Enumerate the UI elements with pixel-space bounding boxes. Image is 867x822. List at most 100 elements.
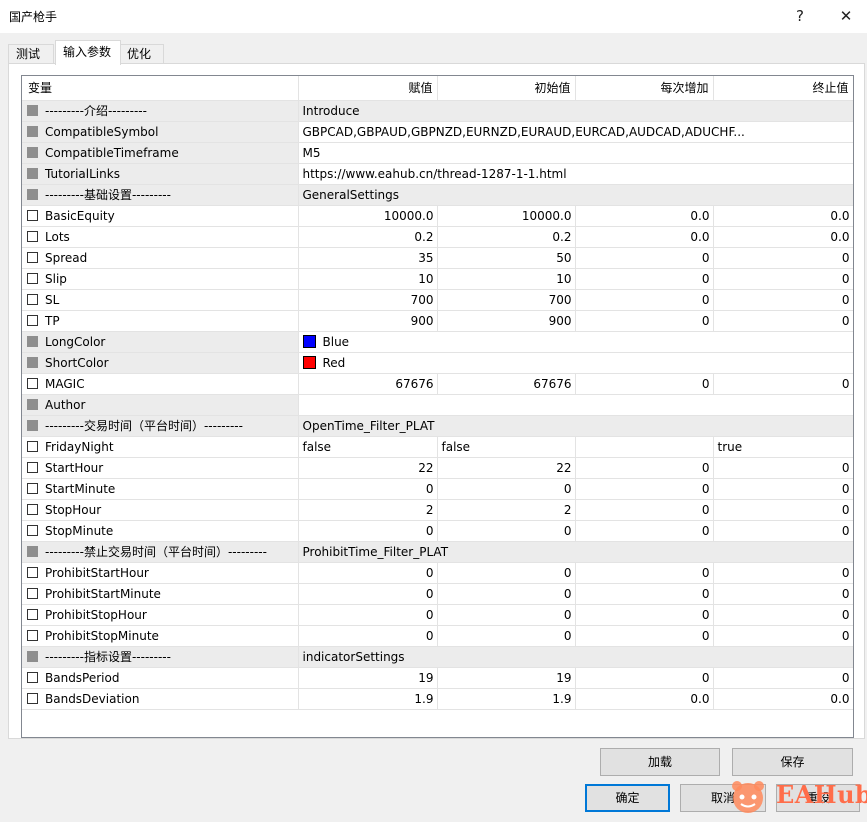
optimize-checkbox[interactable] [27, 314, 38, 326]
optimize-checkbox[interactable] [27, 671, 38, 683]
optimize-checkbox[interactable] [27, 524, 38, 536]
step-cell[interactable] [575, 436, 714, 458]
start-cell[interactable]: 0 [437, 478, 576, 500]
param-row[interactable]: MAGIC 67676 67676 0 0 [22, 373, 853, 395]
optimize-checkbox[interactable] [27, 146, 38, 158]
start-cell[interactable]: 0 [437, 583, 576, 605]
step-cell[interactable]: 0.0 [575, 205, 714, 227]
stop-cell[interactable]: 0 [713, 310, 853, 332]
close-button[interactable]: ✕ [833, 4, 859, 28]
optimize-checkbox[interactable] [27, 692, 38, 704]
optimize-checkbox[interactable] [27, 377, 38, 389]
step-cell[interactable]: 0 [575, 499, 714, 521]
stop-cell[interactable]: 0 [713, 604, 853, 626]
optimize-checkbox[interactable] [27, 608, 38, 620]
step-cell[interactable]: 0 [575, 625, 714, 647]
stop-cell[interactable]: 0 [713, 457, 853, 479]
param-row[interactable]: SL 700 700 0 0 [22, 289, 853, 311]
value-cell[interactable]: 700 [298, 289, 438, 311]
param-row[interactable]: Spread 35 50 0 0 [22, 247, 853, 269]
param-row[interactable]: ---------介绍--------- Introduce [22, 100, 853, 122]
value-cell[interactable]: Red [298, 352, 853, 374]
value-cell[interactable]: 1.9 [298, 688, 438, 710]
param-row[interactable]: StopHour 2 2 0 0 [22, 499, 853, 521]
stop-cell[interactable]: 0.0 [713, 688, 853, 710]
value-cell[interactable]: 0.2 [298, 226, 438, 248]
value-cell[interactable]: 35 [298, 247, 438, 269]
optimize-checkbox[interactable] [27, 420, 38, 431]
param-row[interactable]: StopMinute 0 0 0 0 [22, 520, 853, 542]
param-row[interactable]: ---------指标设置--------- indicatorSettings [22, 646, 853, 668]
step-cell[interactable]: 0 [575, 583, 714, 605]
param-row[interactable]: BandsPeriod 19 19 0 0 [22, 667, 853, 689]
start-cell[interactable]: 900 [437, 310, 576, 332]
start-cell[interactable]: 10000.0 [437, 205, 576, 227]
stop-cell[interactable]: 0 [713, 583, 853, 605]
start-cell[interactable]: 50 [437, 247, 576, 269]
stop-cell[interactable]: 0 [713, 478, 853, 500]
stop-cell[interactable]: 0 [713, 520, 853, 542]
col-header-value[interactable]: 赋值 [298, 76, 438, 101]
step-cell[interactable]: 0 [575, 268, 714, 290]
param-row[interactable]: BandsDeviation 1.9 1.9 0.0 0.0 [22, 688, 853, 710]
param-row[interactable]: TP 900 900 0 0 [22, 310, 853, 332]
param-row[interactable]: CompatibleTimeframe M5 [22, 142, 853, 164]
save-button[interactable]: 保存 [732, 748, 853, 776]
start-cell[interactable]: 0 [437, 520, 576, 542]
optimize-checkbox[interactable] [27, 546, 38, 557]
value-cell[interactable]: 19 [298, 667, 438, 689]
help-button[interactable]: ? [787, 4, 813, 28]
optimize-checkbox[interactable] [27, 293, 38, 305]
value-cell[interactable]: https://www.eahub.cn/thread-1287-1-1.htm… [298, 163, 853, 185]
value-cell[interactable]: Introduce [298, 100, 853, 122]
parameters-grid[interactable]: 变量 赋值 初始值 每次增加 终止值 ---------介绍--------- I… [21, 75, 854, 738]
col-header-variable[interactable]: 变量 [22, 76, 299, 101]
stop-cell[interactable]: 0 [713, 499, 853, 521]
step-cell[interactable]: 0.0 [575, 688, 714, 710]
optimize-checkbox[interactable] [27, 167, 38, 179]
stop-cell[interactable]: true [713, 436, 853, 458]
value-cell[interactable]: 0 [298, 478, 438, 500]
value-cell[interactable]: 10000.0 [298, 205, 438, 227]
step-cell[interactable]: 0 [575, 604, 714, 626]
param-row[interactable]: Lots 0.2 0.2 0.0 0.0 [22, 226, 853, 248]
color-swatch[interactable] [302, 334, 316, 348]
start-cell[interactable]: 0 [437, 604, 576, 626]
optimize-checkbox[interactable] [27, 272, 38, 284]
load-button[interactable]: 加载 [600, 748, 720, 776]
optimize-checkbox[interactable] [27, 125, 38, 137]
stop-cell[interactable]: 0 [713, 268, 853, 290]
optimize-checkbox[interactable] [27, 356, 38, 368]
param-row[interactable]: ProhibitStartMinute 0 0 0 0 [22, 583, 853, 605]
value-cell[interactable]: 900 [298, 310, 438, 332]
stop-cell[interactable]: 0 [713, 625, 853, 647]
optimize-checkbox[interactable] [27, 587, 38, 599]
ok-button[interactable]: 确定 [585, 784, 670, 812]
step-cell[interactable]: 0 [575, 457, 714, 479]
value-cell[interactable]: 22 [298, 457, 438, 479]
param-row[interactable]: ---------交易时间（平台时间）--------- OpenTime_Fil… [22, 415, 853, 437]
param-row[interactable]: ProhibitStartHour 0 0 0 0 [22, 562, 853, 584]
optimize-checkbox[interactable] [27, 105, 38, 116]
param-row[interactable]: TutorialLinks https://www.eahub.cn/thread… [22, 163, 853, 185]
start-cell[interactable]: 22 [437, 457, 576, 479]
value-cell[interactable]: 0 [298, 583, 438, 605]
col-header-start[interactable]: 初始值 [437, 76, 576, 101]
param-row[interactable]: ProhibitStopMinute 0 0 0 0 [22, 625, 853, 647]
param-row[interactable]: ---------禁止交易时间（平台时间）--------- ProhibitTi… [22, 541, 853, 563]
start-cell[interactable]: 10 [437, 268, 576, 290]
step-cell[interactable]: 0 [575, 310, 714, 332]
value-cell[interactable]: 2 [298, 499, 438, 521]
step-cell[interactable]: 0 [575, 289, 714, 311]
step-cell[interactable]: 0 [575, 478, 714, 500]
param-row[interactable]: FridayNight false false true [22, 436, 853, 458]
optimize-checkbox[interactable] [27, 461, 38, 473]
value-cell[interactable]: 0 [298, 562, 438, 584]
tab-inputs[interactable]: 输入参数 [55, 40, 121, 65]
step-cell[interactable]: 0.0 [575, 226, 714, 248]
start-cell[interactable]: 0 [437, 562, 576, 584]
param-row[interactable]: StartHour 22 22 0 0 [22, 457, 853, 479]
stop-cell[interactable]: 0 [713, 562, 853, 584]
start-cell[interactable]: 2 [437, 499, 576, 521]
start-cell[interactable]: 0.2 [437, 226, 576, 248]
